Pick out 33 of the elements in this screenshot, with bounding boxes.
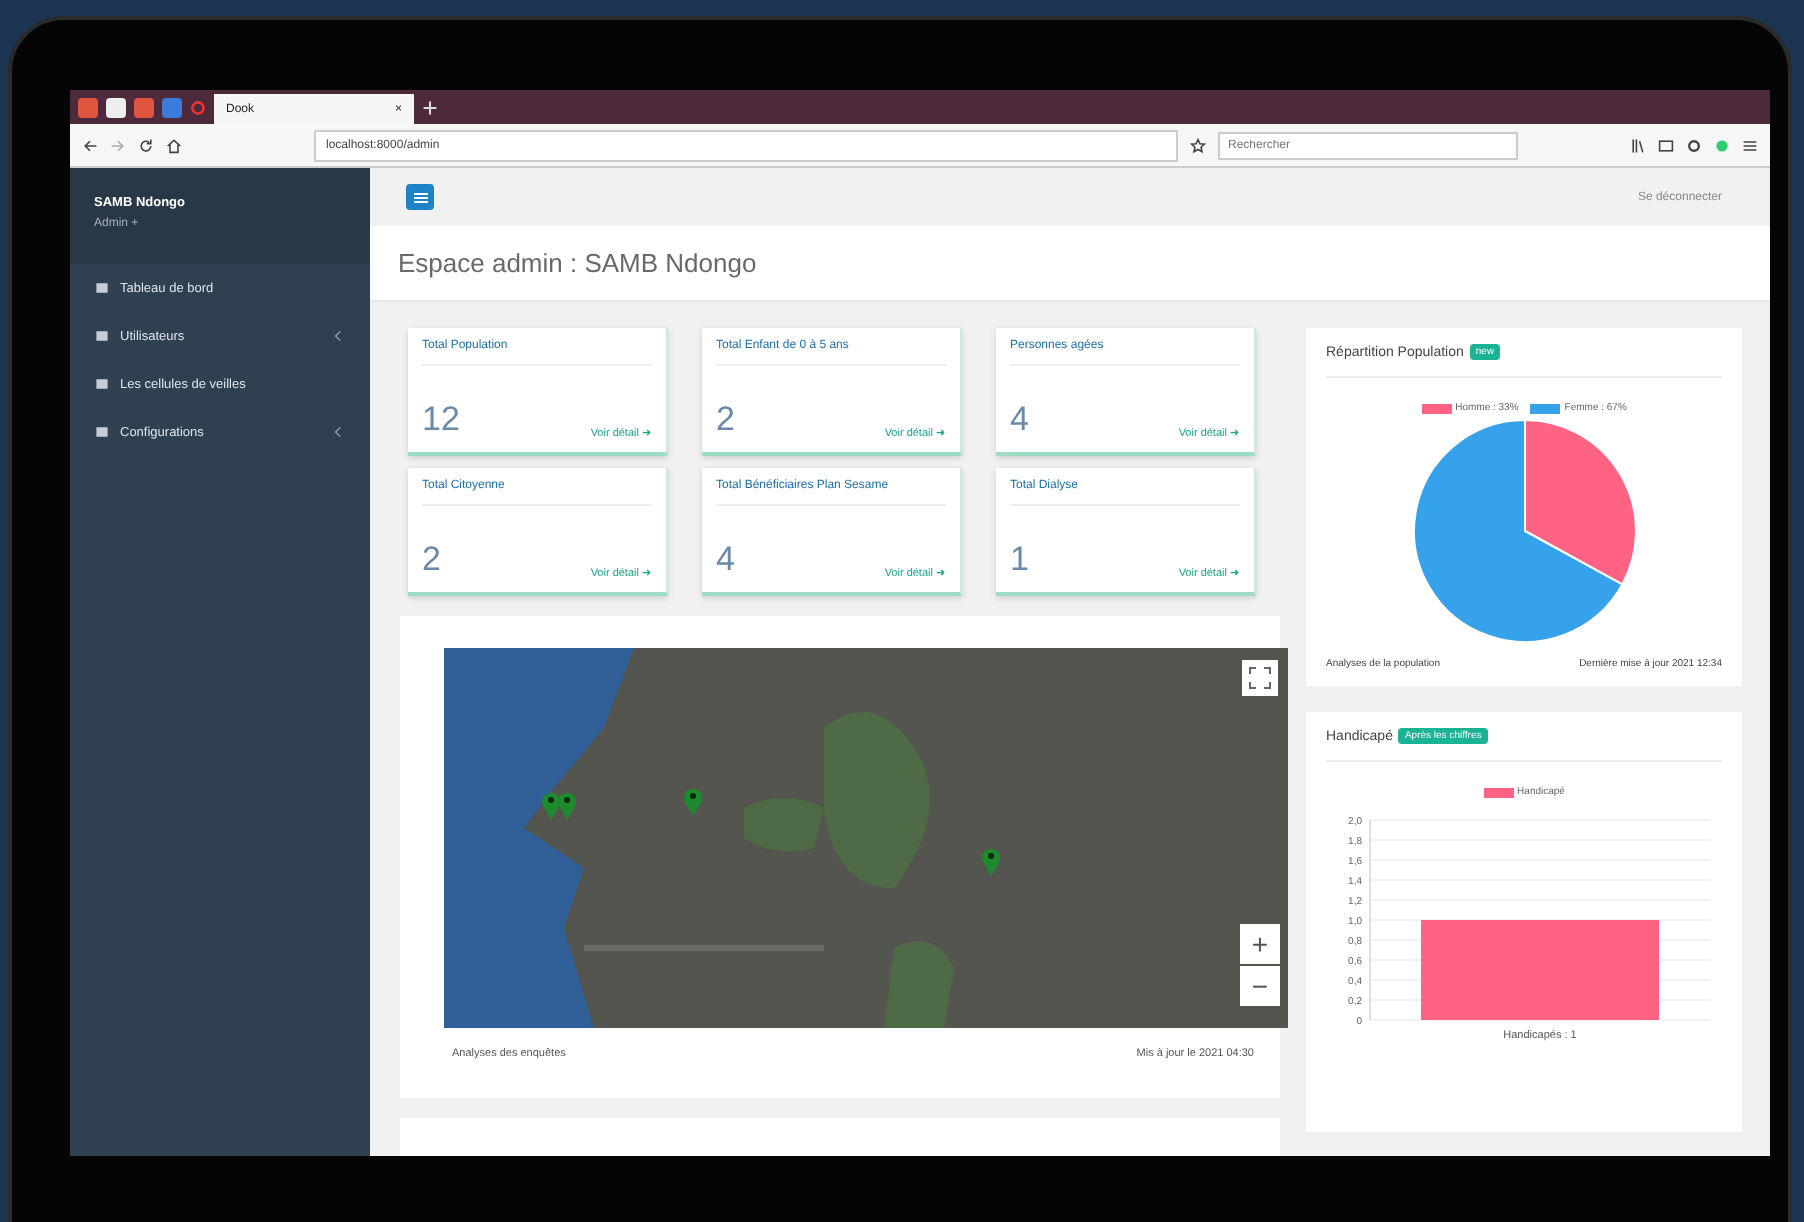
stat-value: 4: [716, 540, 735, 580]
reload-icon[interactable]: [138, 137, 154, 153]
map-marker-icon[interactable]: [556, 790, 578, 820]
menu-item-icon: [94, 376, 110, 392]
zoom-out-button[interactable]: −: [1240, 966, 1280, 1006]
menu-toggle-button[interactable]: [406, 184, 434, 210]
menu-item-icon: [94, 280, 110, 296]
new-tab-icon[interactable]: [422, 99, 438, 115]
menu-icon: [413, 191, 427, 203]
library-icon[interactable]: [1630, 137, 1646, 153]
zoom-in-button[interactable]: +: [1240, 924, 1280, 964]
fullscreen-button[interactable]: [1242, 660, 1278, 696]
legend-swatch: [1530, 403, 1561, 413]
menu-icon[interactable]: [1742, 137, 1758, 153]
stat-value: 12: [422, 400, 460, 440]
back-icon[interactable]: [82, 137, 98, 153]
menu-item-icon: [94, 328, 110, 344]
home-icon[interactable]: [166, 137, 182, 153]
map-marker-icon[interactable]: [682, 786, 704, 816]
sidebar-icon[interactable]: [1658, 137, 1674, 153]
legend-swatch: [1421, 403, 1452, 413]
legend-swatch: [1483, 787, 1514, 797]
forward-icon[interactable]: [110, 137, 126, 153]
page-title: Espace admin : SAMB Ndongo: [398, 248, 757, 278]
map-marker-icon[interactable]: [980, 846, 1002, 876]
star-icon[interactable]: [1190, 137, 1206, 153]
map-marker-icon[interactable]: [540, 790, 562, 820]
stat-value: 2: [422, 540, 441, 580]
stat-value: 4: [1010, 400, 1029, 440]
stat-value: 2: [716, 400, 735, 440]
circle-icon[interactable]: [190, 99, 206, 115]
stat-value: 1: [1010, 540, 1029, 580]
menu-item-icon: [94, 424, 110, 440]
